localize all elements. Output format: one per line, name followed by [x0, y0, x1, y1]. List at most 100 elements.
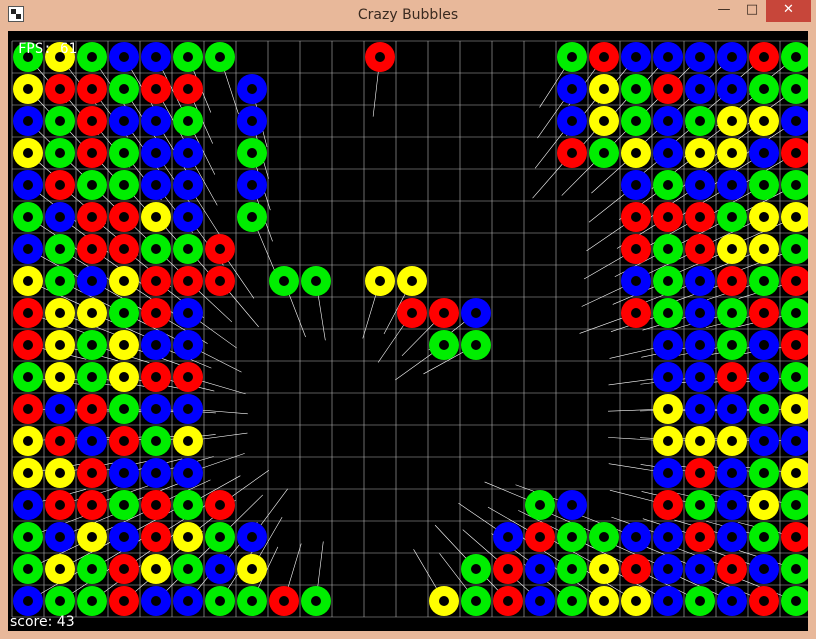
bubble-red[interactable]: [653, 202, 683, 232]
bubble-blue[interactable]: [557, 106, 587, 136]
bubble-red[interactable]: [141, 490, 171, 520]
bubble-green[interactable]: [45, 106, 75, 136]
bubble-blue[interactable]: [717, 458, 747, 488]
close-button[interactable]: ✕: [766, 0, 811, 22]
bubble-green[interactable]: [237, 138, 267, 168]
bubble-green[interactable]: [749, 266, 779, 296]
bubble-red[interactable]: [685, 234, 715, 264]
bubble-yellow[interactable]: [653, 426, 683, 456]
bubble-blue[interactable]: [717, 586, 747, 616]
bubble-green[interactable]: [13, 202, 43, 232]
bubble-red[interactable]: [685, 202, 715, 232]
bubble-green[interactable]: [173, 106, 203, 136]
bubble-green[interactable]: [77, 330, 107, 360]
bubble-blue[interactable]: [525, 554, 555, 584]
bubble-green[interactable]: [781, 170, 808, 200]
bubble-green[interactable]: [557, 586, 587, 616]
bubble-blue[interactable]: [45, 522, 75, 552]
bubble-yellow[interactable]: [13, 266, 43, 296]
bubble-green[interactable]: [13, 554, 43, 584]
bubble-red[interactable]: [685, 522, 715, 552]
bubble-green[interactable]: [301, 266, 331, 296]
bubble-red[interactable]: [77, 394, 107, 424]
bubble-yellow[interactable]: [781, 458, 808, 488]
bubble-blue[interactable]: [717, 42, 747, 72]
bubble-green[interactable]: [781, 42, 808, 72]
bubble-red[interactable]: [45, 74, 75, 104]
bubble-red[interactable]: [589, 42, 619, 72]
bubble-yellow[interactable]: [717, 426, 747, 456]
bubble-blue[interactable]: [781, 426, 808, 456]
bubble-blue[interactable]: [237, 106, 267, 136]
bubble-blue[interactable]: [13, 490, 43, 520]
bubble-blue[interactable]: [45, 394, 75, 424]
bubble-yellow[interactable]: [109, 362, 139, 392]
bubble-green[interactable]: [205, 522, 235, 552]
bubble-blue[interactable]: [77, 266, 107, 296]
bubble-green[interactable]: [45, 266, 75, 296]
bubble-blue[interactable]: [13, 586, 43, 616]
bubble-red[interactable]: [621, 298, 651, 328]
bubble-blue[interactable]: [141, 458, 171, 488]
bubble-red[interactable]: [205, 490, 235, 520]
bubble-green[interactable]: [45, 138, 75, 168]
bubble-blue[interactable]: [237, 170, 267, 200]
bubble-blue[interactable]: [685, 266, 715, 296]
bubble-green[interactable]: [45, 234, 75, 264]
bubble-red[interactable]: [621, 554, 651, 584]
bubble-green[interactable]: [717, 298, 747, 328]
bubble-green[interactable]: [109, 394, 139, 424]
bubble-red[interactable]: [77, 202, 107, 232]
bubble-red[interactable]: [781, 138, 808, 168]
bubble-green[interactable]: [205, 586, 235, 616]
bubble-yellow[interactable]: [13, 426, 43, 456]
bubble-blue[interactable]: [653, 554, 683, 584]
bubble-blue[interactable]: [685, 330, 715, 360]
bubble-yellow[interactable]: [685, 426, 715, 456]
bubble-yellow[interactable]: [13, 138, 43, 168]
bubble-green[interactable]: [109, 490, 139, 520]
bubble-red[interactable]: [685, 458, 715, 488]
bubble-yellow[interactable]: [717, 138, 747, 168]
bubble-red[interactable]: [45, 426, 75, 456]
bubble-yellow[interactable]: [45, 554, 75, 584]
bubble-red[interactable]: [141, 522, 171, 552]
bubble-yellow[interactable]: [589, 74, 619, 104]
bubble-yellow[interactable]: [365, 266, 395, 296]
bubble-green[interactable]: [429, 330, 459, 360]
bubble-blue[interactable]: [109, 42, 139, 72]
bubble-yellow[interactable]: [589, 554, 619, 584]
bubble-yellow[interactable]: [653, 394, 683, 424]
bubble-red[interactable]: [269, 586, 299, 616]
bubble-red[interactable]: [493, 586, 523, 616]
bubble-green[interactable]: [749, 74, 779, 104]
bubble-yellow[interactable]: [429, 586, 459, 616]
bubble-yellow[interactable]: [685, 138, 715, 168]
bubble-board[interactable]: [8, 31, 808, 631]
bubble-blue[interactable]: [141, 394, 171, 424]
bubble-blue[interactable]: [685, 170, 715, 200]
bubble-blue[interactable]: [653, 330, 683, 360]
bubble-yellow[interactable]: [109, 266, 139, 296]
bubble-blue[interactable]: [141, 42, 171, 72]
bubble-green[interactable]: [13, 362, 43, 392]
bubble-red[interactable]: [77, 458, 107, 488]
bubble-red[interactable]: [205, 234, 235, 264]
bubble-red[interactable]: [77, 490, 107, 520]
bubble-yellow[interactable]: [717, 234, 747, 264]
bubble-blue[interactable]: [109, 106, 139, 136]
bubble-blue[interactable]: [141, 586, 171, 616]
bubble-red[interactable]: [781, 266, 808, 296]
bubble-yellow[interactable]: [141, 554, 171, 584]
bubble-green[interactable]: [77, 362, 107, 392]
bubble-green[interactable]: [301, 586, 331, 616]
bubble-blue[interactable]: [685, 74, 715, 104]
bubble-red[interactable]: [781, 522, 808, 552]
bubble-yellow[interactable]: [45, 458, 75, 488]
bubble-blue[interactable]: [717, 394, 747, 424]
title-bar[interactable]: Crazy Bubbles — □ ✕: [0, 0, 816, 31]
bubble-blue[interactable]: [173, 170, 203, 200]
bubble-green[interactable]: [621, 74, 651, 104]
bubble-red[interactable]: [621, 234, 651, 264]
bubble-blue[interactable]: [653, 522, 683, 552]
